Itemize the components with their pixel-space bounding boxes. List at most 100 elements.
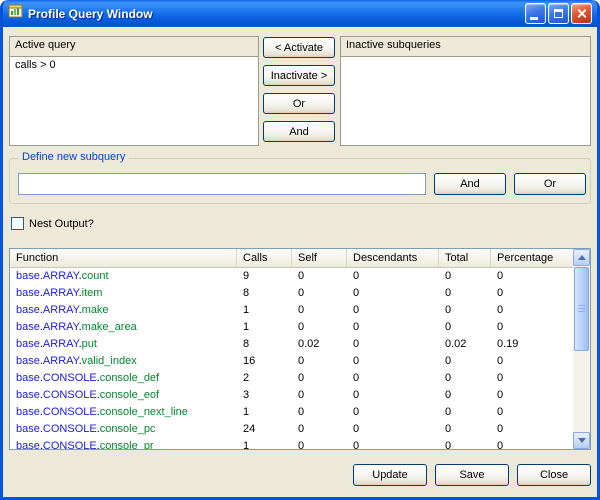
close-icon [576, 8, 587, 19]
arrow-down-icon [578, 438, 586, 443]
table-row[interactable]: base.CONSOLE.console_def20000 [10, 370, 573, 387]
query-item[interactable]: calls > 0 [10, 57, 258, 73]
table-row[interactable]: base.ARRAY.valid_index160000 [10, 353, 573, 370]
total-value: 0 [439, 421, 491, 438]
self-value: 0.02 [292, 336, 347, 353]
table-header-row: FunctionCallsSelfDescendantsTotalPercent… [10, 249, 573, 268]
percentage-value: 0 [491, 387, 573, 404]
or-button[interactable]: Or [263, 93, 335, 114]
calls-value: 1 [237, 404, 292, 421]
descendants-value: 0 [347, 268, 439, 285]
table-row[interactable]: base.CONSOLE.console_pc240000 [10, 421, 573, 438]
percentage-value: 0 [491, 268, 573, 285]
descendants-value: 0 [347, 421, 439, 438]
column-header-self[interactable]: Self [292, 249, 347, 267]
descendants-value: 0 [347, 387, 439, 404]
titlebar-buttons [525, 3, 592, 24]
inactive-subqueries-list[interactable] [341, 56, 590, 145]
activate-button[interactable]: < Activate [263, 37, 335, 58]
function-name: base.CONSOLE.console_pr [10, 438, 237, 449]
vertical-scrollbar[interactable] [573, 249, 590, 449]
total-value: 0 [439, 285, 491, 302]
footer-buttons: Update Save Close [3, 464, 597, 486]
percentage-value: 0 [491, 285, 573, 302]
column-header-total[interactable]: Total [439, 249, 491, 267]
function-name: base.CONSOLE.console_pc [10, 421, 237, 438]
close-button[interactable] [571, 3, 592, 24]
column-header-function[interactable]: Function [10, 249, 237, 267]
total-value: 0 [439, 319, 491, 336]
save-button[interactable]: Save [435, 464, 509, 486]
descendants-value: 0 [347, 353, 439, 370]
descendants-value: 0 [347, 285, 439, 302]
function-name: base.CONSOLE.console_eof [10, 387, 237, 404]
inactivate-button[interactable]: Inactivate > [263, 65, 335, 86]
nest-output-row: Nest Output? [11, 217, 94, 230]
define-subquery-caption: Define new subquery [18, 151, 129, 163]
function-name: base.ARRAY.put [10, 336, 237, 353]
and-button[interactable]: And [263, 121, 335, 142]
update-button[interactable]: Update [353, 464, 427, 486]
titlebar[interactable]: Profile Query Window [3, 0, 597, 27]
client-area: Active query calls > 0 < Activate Inacti… [3, 27, 597, 497]
maximize-button[interactable] [548, 3, 569, 24]
calls-value: 1 [237, 319, 292, 336]
percentage-value: 0.19 [491, 336, 573, 353]
function-name: base.CONSOLE.console_next_line [10, 404, 237, 421]
column-header-calls[interactable]: Calls [237, 249, 292, 267]
table-row[interactable]: base.ARRAY.make_area10000 [10, 319, 573, 336]
table-row[interactable]: base.CONSOLE.console_eof30000 [10, 387, 573, 404]
scroll-up-button[interactable] [573, 249, 590, 266]
self-value: 0 [292, 404, 347, 421]
function-name: base.ARRAY.valid_index [10, 353, 237, 370]
table-row[interactable]: base.ARRAY.put80.0200.020.19 [10, 336, 573, 353]
table-row[interactable]: base.CONSOLE.console_next_line10000 [10, 404, 573, 421]
descendants-value: 0 [347, 370, 439, 387]
total-value: 0 [439, 302, 491, 319]
percentage-value: 0 [491, 438, 573, 449]
table-row[interactable]: base.ARRAY.make10000 [10, 302, 573, 319]
column-header-descendants[interactable]: Descendants [347, 249, 439, 267]
nest-output-checkbox[interactable] [11, 217, 24, 230]
minimize-icon [530, 17, 538, 20]
window-title: Profile Query Window [28, 7, 153, 21]
percentage-value: 0 [491, 353, 573, 370]
scroll-down-button[interactable] [573, 432, 590, 449]
self-value: 0 [292, 319, 347, 336]
descendants-value: 0 [347, 404, 439, 421]
subquery-or-button[interactable]: Or [514, 173, 586, 195]
profile-query-window: Profile Query Window Active query calls … [0, 0, 600, 500]
self-value: 0 [292, 285, 347, 302]
column-header-percentage[interactable]: Percentage [491, 249, 573, 267]
self-value: 0 [292, 421, 347, 438]
total-value: 0.02 [439, 336, 491, 353]
percentage-value: 0 [491, 370, 573, 387]
calls-value: 9 [237, 268, 292, 285]
table-row[interactable]: base.CONSOLE.console_pr10000 [10, 438, 573, 449]
scrollbar-thumb[interactable] [574, 267, 589, 351]
calls-value: 8 [237, 285, 292, 302]
calls-value: 24 [237, 421, 292, 438]
calls-value: 1 [237, 438, 292, 449]
calls-value: 3 [237, 387, 292, 404]
table-row[interactable]: base.ARRAY.count90000 [10, 268, 573, 285]
minimize-button[interactable] [525, 3, 546, 24]
percentage-value: 0 [491, 404, 573, 421]
subquery-and-button[interactable]: And [434, 173, 506, 195]
active-query-list[interactable]: calls > 0 [10, 56, 258, 145]
arrow-up-icon [578, 255, 586, 260]
table-body[interactable]: base.ARRAY.count90000base.ARRAY.item8000… [10, 268, 573, 449]
inactive-subqueries-label: Inactive subqueries [341, 37, 590, 56]
calls-value: 8 [237, 336, 292, 353]
table-row[interactable]: base.ARRAY.item80000 [10, 285, 573, 302]
percentage-value: 0 [491, 421, 573, 438]
calls-value: 16 [237, 353, 292, 370]
self-value: 0 [292, 370, 347, 387]
self-value: 0 [292, 387, 347, 404]
percentage-value: 0 [491, 319, 573, 336]
subquery-input[interactable] [18, 173, 426, 195]
close-window-button[interactable]: Close [517, 464, 591, 486]
function-name: base.CONSOLE.console_def [10, 370, 237, 387]
app-icon [8, 3, 24, 24]
descendants-value: 0 [347, 438, 439, 449]
